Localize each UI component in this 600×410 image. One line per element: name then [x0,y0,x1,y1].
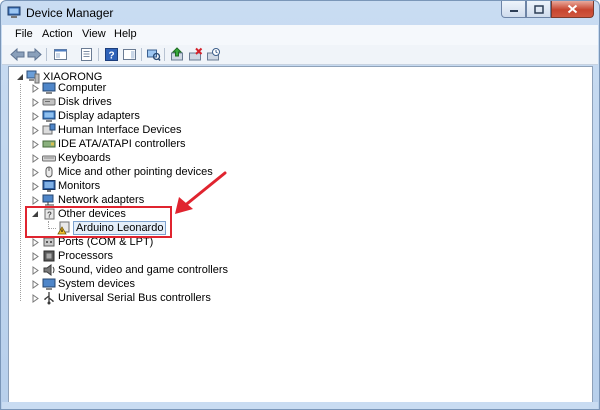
tree-item-label: Monitors [58,180,101,192]
svg-text:?: ? [108,51,114,62]
disk-drive-icon [42,98,56,106]
tree-item-human-interface-devices[interactable]: Human Interface Devices [9,123,309,137]
minimize-icon [509,10,518,12]
uninstall-icon[interactable] [188,47,203,62]
toolbar-separator [98,48,99,61]
expand-arrow-icon[interactable] [31,98,40,107]
expand-arrow-icon[interactable] [31,126,40,135]
disable-device-icon[interactable] [206,47,221,62]
device-manager-window: Device Manager File Action View Help ? X… [0,0,600,410]
tree-item-sound-video-game-controllers[interactable]: Sound, video and game controllers [9,263,309,277]
expand-arrow-icon[interactable] [31,154,40,163]
status-bar [2,402,598,409]
menu-action[interactable]: Action [42,28,73,40]
close-icon [567,4,578,14]
maximize-button[interactable] [526,1,551,18]
forward-arrow-icon[interactable] [27,47,42,62]
annotation-arrow-icon [175,171,227,214]
tree-item-system-devices[interactable]: System devices [9,277,309,291]
expand-arrow-icon[interactable] [31,266,40,275]
expand-arrow-icon[interactable] [31,84,40,93]
mouse-icon [45,166,53,178]
show-hide-console-tree-icon[interactable] [53,47,68,62]
window-controls [501,1,594,20]
expand-arrow-icon[interactable] [31,182,40,191]
tree-item-label: Keyboards [58,152,111,164]
tree-item-disk-drives[interactable]: Disk drives [9,95,309,109]
expand-arrow-icon[interactable] [31,294,40,303]
tree-item-label: Network adapters [58,194,145,206]
keyboard-icon [42,155,56,162]
tree-item-monitors[interactable]: Monitors [9,179,309,193]
tree-item-computer[interactable]: Computer [9,81,309,95]
properties-icon[interactable] [79,47,94,62]
toolbar-separator [46,48,47,61]
expand-arrow-icon[interactable] [31,196,40,205]
sound-icon [43,264,55,276]
tree-item-label: Disk drives [58,96,112,108]
device-manager-icon [7,6,21,18]
tree-item-label: Computer [58,82,107,94]
title-bar[interactable]: Device Manager [1,1,599,25]
minimize-button[interactable] [501,1,526,18]
annotation-highlight-box [25,206,172,238]
back-arrow-icon[interactable] [10,47,25,62]
tree-item-label: System devices [58,278,136,290]
action-pane-icon[interactable] [122,47,137,62]
scan-hardware-icon[interactable] [146,47,161,62]
maximize-icon [533,4,544,14]
tree-item-label: Universal Serial Bus controllers [58,292,211,304]
toolbar-separator [141,48,142,61]
hid-icon [42,123,56,135]
tree-item-label: Display adapters [58,110,140,122]
system-devices-icon [42,278,56,290]
menu-bar: File Action View Help [2,25,598,46]
toolbar-separator [164,48,165,61]
menu-help[interactable]: Help [114,28,137,40]
expand-arrow-icon[interactable] [31,112,40,121]
ide-controller-icon [42,140,56,148]
menu-file[interactable]: File [15,28,33,40]
display-adapter-icon [42,110,56,122]
expand-arrow-icon[interactable] [31,140,40,149]
expand-arrow-icon[interactable] [31,252,40,261]
processor-icon [43,250,55,262]
computer-icon [42,82,56,94]
tree-item-label: Sound, video and game controllers [58,264,228,276]
help-icon[interactable]: ? [104,47,119,62]
close-button[interactable] [551,1,594,18]
tree-item-keyboards[interactable]: Keyboards [9,151,309,165]
usb-icon [44,292,54,305]
tree-item-label: IDE ATA/ATAPI controllers [58,138,186,150]
tree-item-processors[interactable]: Processors [9,249,309,263]
tree-item-mice-and-other-pointing-devices[interactable]: Mice and other pointing devices [9,165,309,179]
tree-item-universal-serial-bus-controllers[interactable]: Universal Serial Bus controllers [9,291,309,305]
tree-item-network-adapters[interactable]: Network adapters [9,193,309,207]
network-adapter-icon [42,194,54,206]
tree-item-display-adapters[interactable]: Display adapters [9,109,309,123]
tree-item-label: Processors [58,250,114,262]
expand-arrow-icon[interactable] [31,168,40,177]
monitor-icon [42,180,56,192]
window-title: Device Manager [26,6,114,20]
menu-view[interactable]: View [82,28,106,40]
tree-item-label: Human Interface Devices [58,124,182,136]
tree-item-ide-ata-atapi-controllers[interactable]: IDE ATA/ATAPI controllers [9,137,309,151]
toolbar: ? [2,45,598,65]
device-tree[interactable]: XIAORONG Computer Disk drives Display ad… [8,66,593,403]
expand-arrow-icon[interactable] [31,280,40,289]
expand-arrow-icon[interactable] [31,238,40,247]
update-driver-icon[interactable] [170,47,185,62]
